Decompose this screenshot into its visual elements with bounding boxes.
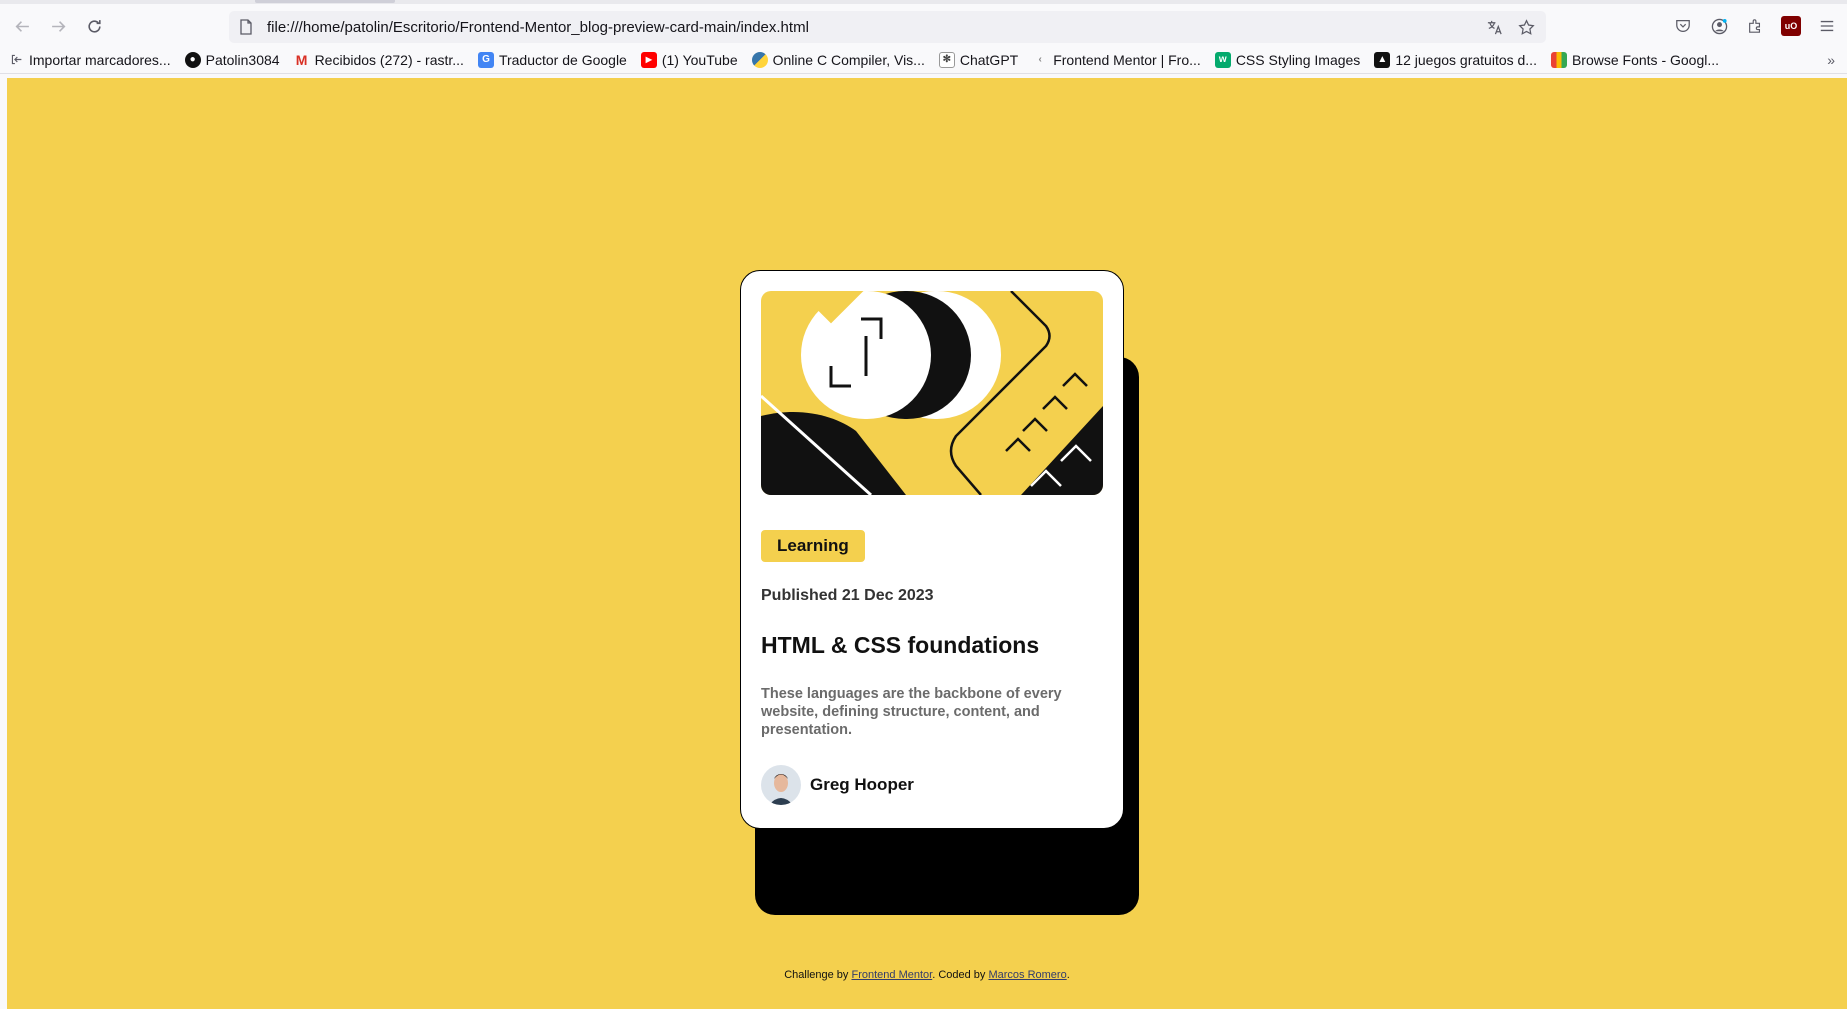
bookmarks-bar: Importar marcadores... ● Patolin3084 M R… (0, 46, 1847, 74)
bookmark-item[interactable]: Importar marcadores... (8, 52, 171, 68)
author-name: Greg Hooper (810, 775, 914, 794)
bookmark-label: Patolin3084 (205, 51, 280, 68)
translate-icon[interactable] (1484, 17, 1504, 37)
url-actions (1484, 17, 1536, 37)
gmail-icon: M (295, 51, 308, 68)
bookmark-label: Online C Compiler, Vis... (772, 51, 925, 68)
card-illustration (761, 291, 1103, 495)
bookmark-label: Importar marcadores... (29, 51, 171, 68)
reload-button[interactable] (80, 12, 108, 40)
bookmark-item[interactable]: ▶ (1) YouTube (640, 51, 738, 68)
author: Greg Hooper (761, 765, 1103, 805)
frontend-mentor-icon: ‹ (1038, 54, 1042, 65)
bookmark-label: Recibidos (272) - rastr... (314, 51, 464, 68)
google-translate-icon: G (477, 51, 494, 68)
attribution-suffix: . (1066, 969, 1070, 981)
bookmark-item[interactable]: Browse Fonts - Googl... (1550, 51, 1720, 68)
youtube-icon: ▶ (640, 51, 657, 68)
bookmark-label: CSS Styling Images (1235, 51, 1361, 68)
author-link[interactable]: Marcos Romero (988, 969, 1066, 981)
import-icon (8, 52, 24, 68)
category-tag: Learning (761, 530, 865, 562)
game-icon: ▲ (1374, 51, 1391, 68)
github-icon: ● (184, 51, 201, 68)
reload-icon (87, 19, 101, 33)
page-icon (240, 19, 252, 35)
menu-icon[interactable] (1817, 16, 1837, 36)
arrow-left-icon (15, 20, 29, 32)
forward-button[interactable] (44, 12, 72, 40)
navigation-toolbar: file:///home/patolin/Escritorio/Frontend… (0, 4, 1847, 46)
blog-preview-card: Learning Published 21 Dec 2023 HTML & CS… (740, 270, 1124, 829)
bookmark-item[interactable]: w CSS Styling Images (1214, 51, 1361, 68)
url-bar[interactable]: file:///home/patolin/Escritorio/Frontend… (229, 11, 1546, 43)
pocket-icon[interactable] (1673, 16, 1693, 36)
ublock-origin-icon[interactable]: uO (1781, 16, 1801, 36)
bookmark-item[interactable]: ▲ 12 juegos gratuitos d... (1374, 51, 1537, 68)
bookmark-item[interactable]: M Recibidos (272) - rastr... (294, 52, 464, 68)
more-bookmarks-chevron-icon[interactable]: » (1827, 52, 1835, 68)
card-title[interactable]: HTML & CSS foundations (761, 632, 1103, 659)
attribution-middle: . Coded by (932, 969, 989, 981)
arrow-right-icon (51, 20, 65, 32)
attribution: Challenge by Frontend Mentor. Coded by M… (7, 969, 1847, 981)
toolbar-right: uO (1673, 16, 1837, 36)
google-fonts-icon (1550, 51, 1567, 68)
extensions-icon[interactable] (1745, 16, 1765, 36)
frontend-mentor-link[interactable]: Frontend Mentor (851, 969, 932, 981)
bookmark-label: Traductor de Google (498, 51, 627, 68)
account-icon[interactable] (1709, 16, 1729, 36)
avatar (761, 765, 801, 805)
bookmark-label: (1) YouTube (661, 51, 738, 68)
python-icon (751, 51, 768, 68)
bookmark-item[interactable]: ‹ Frontend Mentor | Fro... (1032, 52, 1201, 68)
bookmark-star-icon[interactable] (1516, 17, 1536, 37)
active-tab[interactable] (255, 0, 395, 3)
page-background: Learning Published 21 Dec 2023 HTML & CS… (7, 78, 1847, 1009)
published-date: Published 21 Dec 2023 (761, 587, 934, 604)
chatgpt-icon: ✻ (938, 51, 955, 68)
page-viewport: Learning Published 21 Dec 2023 HTML & CS… (7, 78, 1847, 1009)
bookmark-item[interactable]: ● Patolin3084 (184, 51, 280, 68)
bookmark-item[interactable]: G Traductor de Google (477, 51, 627, 68)
url-text[interactable]: file:///home/patolin/Escritorio/Frontend… (267, 19, 809, 36)
w3schools-icon: w (1214, 51, 1231, 68)
bookmark-item[interactable]: ✻ ChatGPT (938, 51, 1019, 68)
bookmark-label: Browse Fonts - Googl... (1571, 51, 1720, 68)
back-button[interactable] (8, 12, 36, 40)
attribution-prefix: Challenge by (784, 969, 852, 981)
bookmark-label: ChatGPT (959, 51, 1019, 68)
bookmark-item[interactable]: Online C Compiler, Vis... (751, 51, 925, 68)
bookmark-label: Frontend Mentor | Fro... (1053, 51, 1201, 68)
card-excerpt: These languages are the backbone of ever… (761, 686, 1062, 738)
bookmark-label: 12 juegos gratuitos d... (1395, 51, 1537, 68)
